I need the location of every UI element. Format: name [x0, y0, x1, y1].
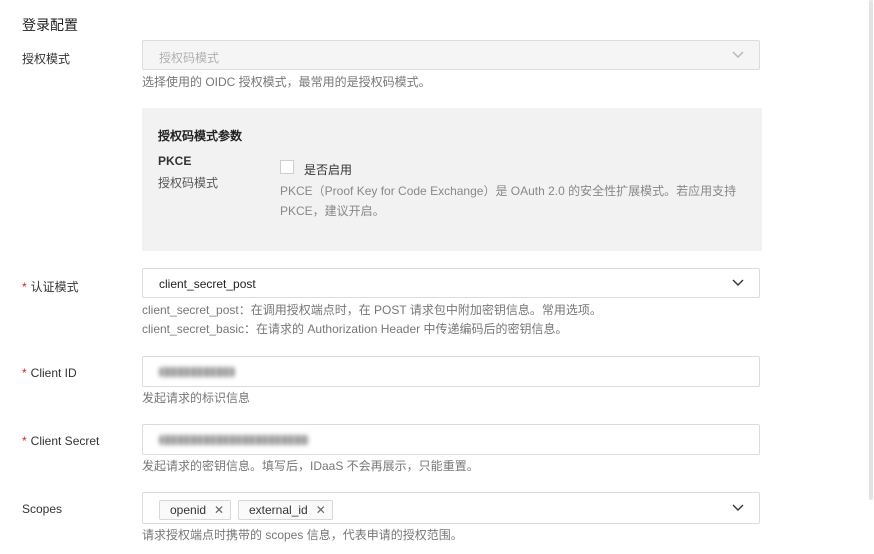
- pkce-help: PKCE（Proof Key for Code Exchange）是 OAuth…: [280, 181, 750, 221]
- client-secret-label-text: Client Secret: [30, 434, 100, 448]
- close-icon[interactable]: ✕: [214, 503, 224, 517]
- client-secret-help: 发起请求的密钥信息。填写后，IDaaS 不会再展示，只能重置。: [142, 459, 479, 473]
- auth-method-label: * 认证模式: [22, 278, 79, 295]
- auth-method-label-text: 认证模式: [30, 280, 79, 294]
- section-title: 登录配置: [22, 17, 78, 33]
- pkce-sublabel: 授权码模式: [158, 176, 219, 190]
- scope-tag-label: openid: [170, 503, 207, 517]
- auth-method-help-line-2: client_secret_basic：在请求的 Authorization H…: [142, 322, 568, 336]
- grant-mode-label: 授权模式: [22, 52, 71, 66]
- auth-method-help-line-1: client_secret_post：在调用授权端点时，在 POST 请求包中附…: [142, 303, 602, 317]
- client-secret-masked-value: [159, 435, 309, 445]
- client-id-label-text: Client ID: [30, 366, 77, 380]
- client-secret-input[interactable]: [142, 424, 760, 455]
- client-id-masked-value: [159, 367, 235, 377]
- scope-tag-openid: openid ✕: [159, 500, 232, 520]
- required-mark: *: [22, 366, 27, 380]
- auth-method-value: client_secret_post: [159, 277, 256, 291]
- auth-method-select[interactable]: client_secret_post: [142, 268, 760, 298]
- close-icon[interactable]: ✕: [316, 503, 326, 517]
- scopes-label: Scopes: [22, 502, 63, 516]
- page-scrollbar[interactable]: [869, 0, 873, 500]
- scopes-select[interactable]: openid ✕ external_id ✕: [142, 492, 760, 524]
- chevron-down-icon: [732, 51, 744, 58]
- required-mark: *: [22, 280, 27, 294]
- scope-tag-label: external_id: [249, 503, 308, 517]
- client-secret-label: * Client Secret: [22, 434, 99, 448]
- grant-mode-help: 选择使用的 OIDC 授权模式，最常用的是授权码模式。: [142, 75, 431, 89]
- auth-code-params-panel: 授权码模式参数 PKCE 授权码模式 是否启用 PKCE（Proof Key f…: [142, 108, 762, 251]
- pkce-help-line-2: PKCE，建议开启。: [280, 204, 385, 218]
- grant-mode-select[interactable]: 授权码模式: [142, 40, 760, 70]
- pkce-help-line-1: PKCE（Proof Key for Code Exchange）是 OAuth…: [280, 184, 737, 198]
- scope-tag-external-id: external_id ✕: [238, 500, 333, 520]
- chevron-down-icon: [732, 504, 744, 511]
- pkce-enable-label: 是否启用: [304, 163, 353, 177]
- chevron-down-icon: [732, 279, 744, 286]
- scopes-help: 请求授权端点时携带的 scopes 信息，代表申请的授权范围。: [142, 528, 463, 542]
- pkce-label: PKCE: [158, 154, 192, 168]
- auth-method-help: client_secret_post：在调用授权端点时，在 POST 请求包中附…: [142, 301, 602, 339]
- client-id-label: * Client ID: [22, 366, 77, 380]
- client-id-input[interactable]: [142, 356, 760, 387]
- pkce-enable-checkbox[interactable]: [280, 160, 294, 174]
- auth-code-params-title: 授权码模式参数: [158, 129, 243, 143]
- client-id-help: 发起请求的标识信息: [142, 391, 251, 405]
- required-mark: *: [22, 434, 27, 448]
- grant-mode-value: 授权码模式: [159, 51, 220, 65]
